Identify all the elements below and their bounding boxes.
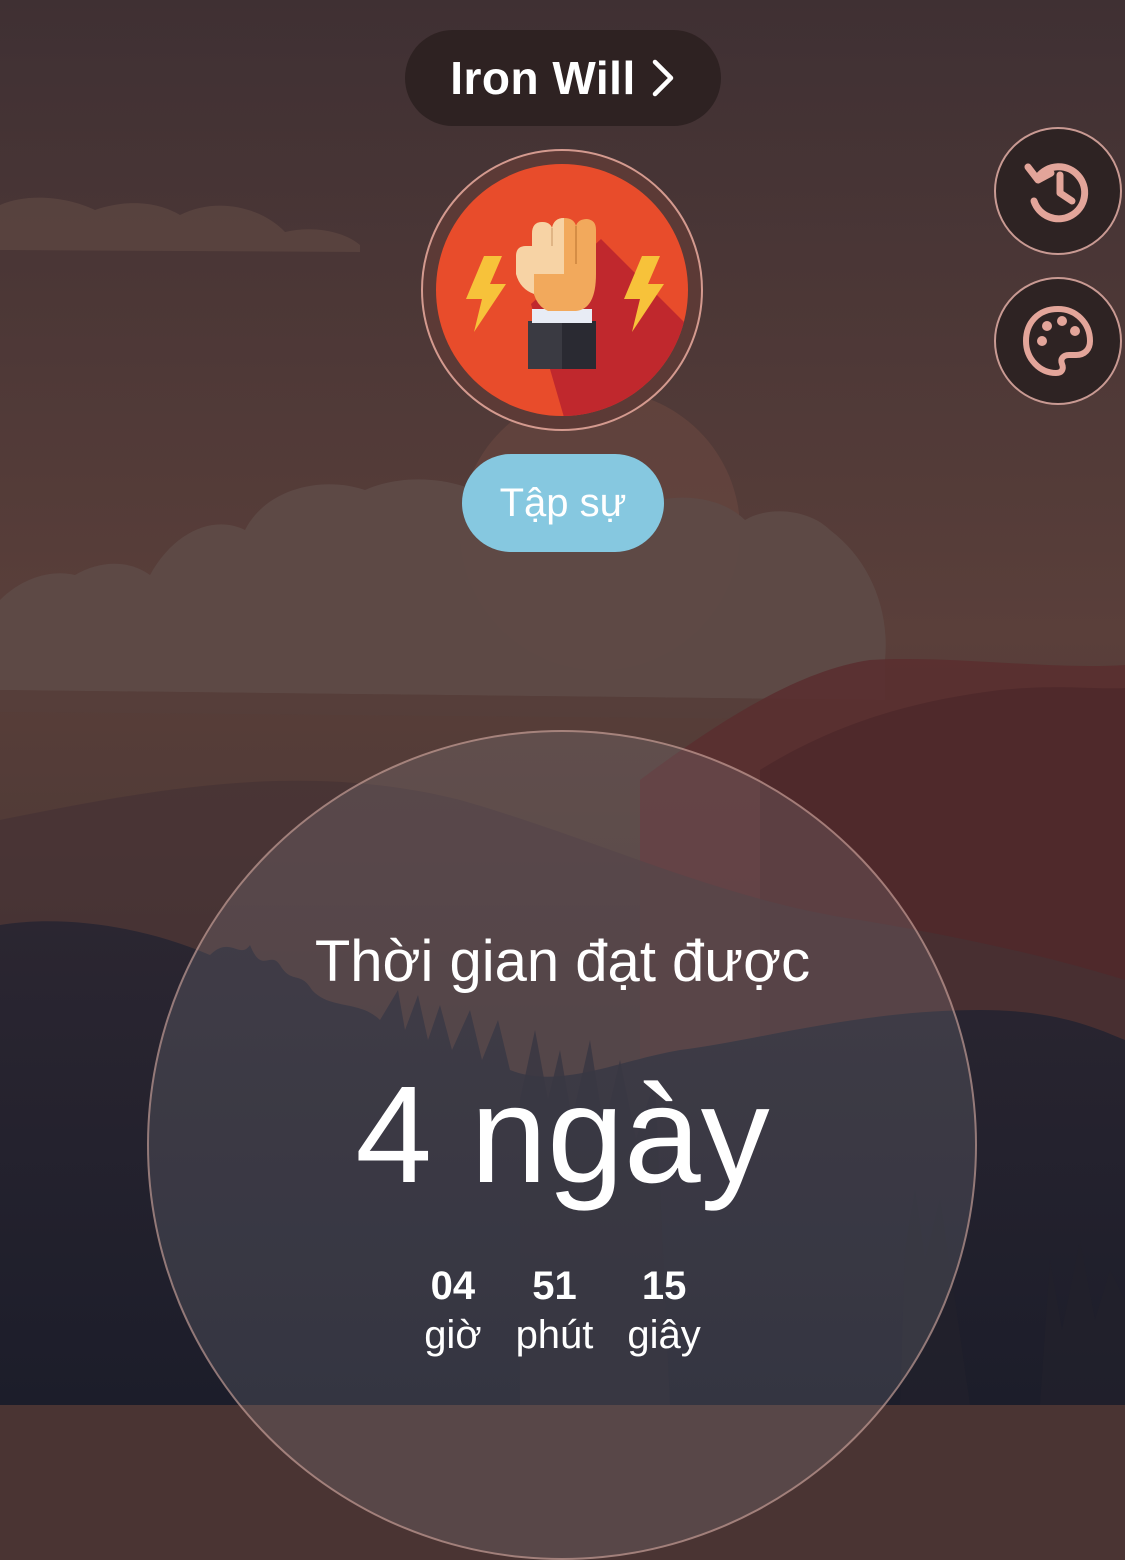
habit-title: Iron Will xyxy=(450,52,636,104)
minutes-unit: 51 phút xyxy=(516,1262,594,1360)
history-button[interactable] xyxy=(994,127,1122,255)
rank-label: Tập sự xyxy=(499,480,627,525)
chevron-right-icon xyxy=(652,59,673,97)
rank-badge[interactable]: Tập sự xyxy=(462,454,664,552)
palette-icon xyxy=(1023,306,1093,376)
elapsed-time-breakdown: 04 giờ 51 phút 15 giây xyxy=(0,1262,1125,1360)
seconds-label: giây xyxy=(627,1313,701,1357)
hours-unit: 04 giờ xyxy=(424,1262,481,1360)
habit-title-button[interactable]: Iron Will xyxy=(405,30,721,126)
elapsed-days: 4 ngày xyxy=(355,1058,770,1212)
hours-label: giờ xyxy=(424,1313,482,1357)
theme-button[interactable] xyxy=(994,277,1122,405)
habit-badge xyxy=(421,149,703,431)
seconds-value: 15 xyxy=(641,1264,687,1308)
timer-label: Thời gian đạt được xyxy=(314,929,811,994)
hours-value: 04 xyxy=(430,1264,476,1308)
minutes-label: phút xyxy=(515,1313,594,1357)
minutes-value: 51 xyxy=(532,1264,577,1308)
history-icon xyxy=(1024,163,1089,223)
seconds-unit: 15 giây xyxy=(627,1262,700,1360)
raised-fist-lightning-icon xyxy=(436,164,688,416)
